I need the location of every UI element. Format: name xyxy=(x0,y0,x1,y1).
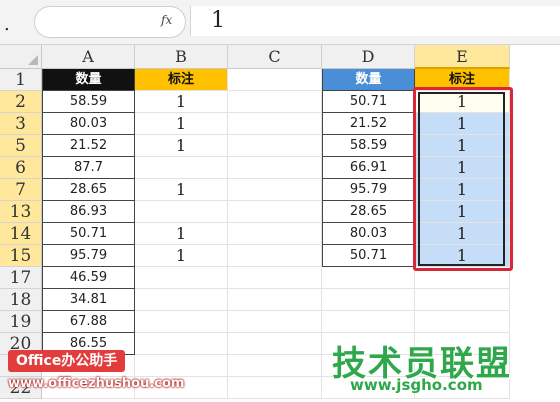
cell-e-2[interactable]: 1 xyxy=(415,91,510,113)
cell-c-15[interactable] xyxy=(228,245,322,267)
cell-e-19[interactable] xyxy=(415,311,510,333)
cell-a-2[interactable]: 58.59 xyxy=(42,91,135,113)
cell-e-15[interactable]: 1 xyxy=(415,245,510,267)
cell-b-19[interactable] xyxy=(135,311,228,333)
cell-e-7[interactable]: 1 xyxy=(415,179,510,201)
formula-input[interactable]: 1 xyxy=(190,6,560,36)
cell-e-18[interactable] xyxy=(415,289,510,311)
cell-c-3[interactable] xyxy=(228,113,322,135)
watermark-office-badge: Office办公助手 xyxy=(8,350,126,372)
cell-b-5[interactable]: 1 xyxy=(135,135,228,157)
row-header[interactable]: 1 xyxy=(0,69,42,91)
cell-c-17[interactable] xyxy=(228,267,322,289)
cell-d-1[interactable]: 数量 xyxy=(322,69,415,91)
cell-d-14[interactable]: 80.03 xyxy=(322,223,415,245)
cell-a-18[interactable]: 34.81 xyxy=(42,289,135,311)
row-header[interactable]: 17 xyxy=(0,267,42,289)
cell-a-19[interactable]: 67.88 xyxy=(42,311,135,333)
watermark-office-url: www.officezhushou.com xyxy=(8,376,185,391)
cell-b-6[interactable] xyxy=(135,157,228,179)
cell-c-1[interactable] xyxy=(228,69,322,91)
cell-b-17[interactable] xyxy=(135,267,228,289)
cell-d-3[interactable]: 21.52 xyxy=(322,113,415,135)
formula-bar: . fx 1 xyxy=(0,0,560,45)
cell-b-21[interactable] xyxy=(135,355,228,377)
cell-d-15[interactable]: 50.71 xyxy=(322,245,415,267)
cell-a-5[interactable]: 21.52 xyxy=(42,135,135,157)
column-header-d[interactable]: D xyxy=(322,45,415,69)
cell-b-20[interactable] xyxy=(135,333,228,355)
window-edge-marker: . xyxy=(4,14,10,35)
cell-c-21[interactable] xyxy=(228,355,322,377)
cell-b-13[interactable] xyxy=(135,201,228,223)
column-header-e[interactable]: E xyxy=(415,45,510,69)
cell-d-19[interactable] xyxy=(322,311,415,333)
row-header[interactable]: 14 xyxy=(0,223,42,245)
cell-e-1[interactable]: 标注 xyxy=(415,69,510,91)
cell-e-13[interactable]: 1 xyxy=(415,201,510,223)
cell-d-13[interactable]: 28.65 xyxy=(322,201,415,223)
cell-a-13[interactable]: 86.93 xyxy=(42,201,135,223)
row-header[interactable]: 18 xyxy=(0,289,42,311)
row-header[interactable]: 7 xyxy=(0,179,42,201)
cell-a-3[interactable]: 80.03 xyxy=(42,113,135,135)
cell-a-7[interactable]: 28.65 xyxy=(42,179,135,201)
cell-d-18[interactable] xyxy=(322,289,415,311)
cell-d-17[interactable] xyxy=(322,267,415,289)
cell-d-2[interactable]: 50.71 xyxy=(322,91,415,113)
cell-b-18[interactable] xyxy=(135,289,228,311)
formula-value: 1 xyxy=(211,8,225,33)
cell-c-7[interactable] xyxy=(228,179,322,201)
cell-c-5[interactable] xyxy=(228,135,322,157)
cell-c-14[interactable] xyxy=(228,223,322,245)
cell-a-1[interactable]: 数量 xyxy=(42,69,135,91)
cell-e-3[interactable]: 1 xyxy=(415,113,510,135)
cell-c-2[interactable] xyxy=(228,91,322,113)
column-header-b[interactable]: B xyxy=(135,45,228,69)
cell-b-14[interactable]: 1 xyxy=(135,223,228,245)
cell-d-7[interactable]: 95.79 xyxy=(322,179,415,201)
cell-b-15[interactable]: 1 xyxy=(135,245,228,267)
fx-icon[interactable]: fx xyxy=(161,13,172,27)
cell-e-14[interactable]: 1 xyxy=(415,223,510,245)
column-header-c[interactable]: C xyxy=(228,45,322,69)
select-all-corner[interactable] xyxy=(0,45,42,69)
row-header[interactable]: 5 xyxy=(0,135,42,157)
cell-b-7[interactable]: 1 xyxy=(135,179,228,201)
cell-c-22[interactable] xyxy=(228,377,322,399)
cell-a-17[interactable]: 46.59 xyxy=(42,267,135,289)
cell-e-5[interactable]: 1 xyxy=(415,135,510,157)
row-header[interactable]: 6 xyxy=(0,157,42,179)
row-header[interactable]: 3 xyxy=(0,113,42,135)
cell-c-13[interactable] xyxy=(228,201,322,223)
row-header[interactable]: 2 xyxy=(0,91,42,113)
cell-b-1[interactable]: 标注 xyxy=(135,69,228,91)
row-header[interactable]: 19 xyxy=(0,311,42,333)
cell-c-19[interactable] xyxy=(228,311,322,333)
row-header[interactable]: 13 xyxy=(0,201,42,223)
name-box[interactable]: fx xyxy=(34,6,186,38)
cell-b-2[interactable]: 1 xyxy=(135,91,228,113)
cell-a-15[interactable]: 95.79 xyxy=(42,245,135,267)
cell-d-6[interactable]: 66.91 xyxy=(322,157,415,179)
cell-e-17[interactable] xyxy=(415,267,510,289)
cell-c-20[interactable] xyxy=(228,333,322,355)
cell-c-18[interactable] xyxy=(228,289,322,311)
cell-c-6[interactable] xyxy=(228,157,322,179)
cell-e-6[interactable]: 1 xyxy=(415,157,510,179)
cell-a-14[interactable]: 50.71 xyxy=(42,223,135,245)
cell-d-5[interactable]: 58.59 xyxy=(322,135,415,157)
cell-b-3[interactable]: 1 xyxy=(135,113,228,135)
column-header-a[interactable]: A xyxy=(42,45,135,69)
row-header[interactable]: 15 xyxy=(0,245,42,267)
watermark-brand-url: www.jsgho.com xyxy=(350,376,483,394)
cell-a-6[interactable]: 87.7 xyxy=(42,157,135,179)
